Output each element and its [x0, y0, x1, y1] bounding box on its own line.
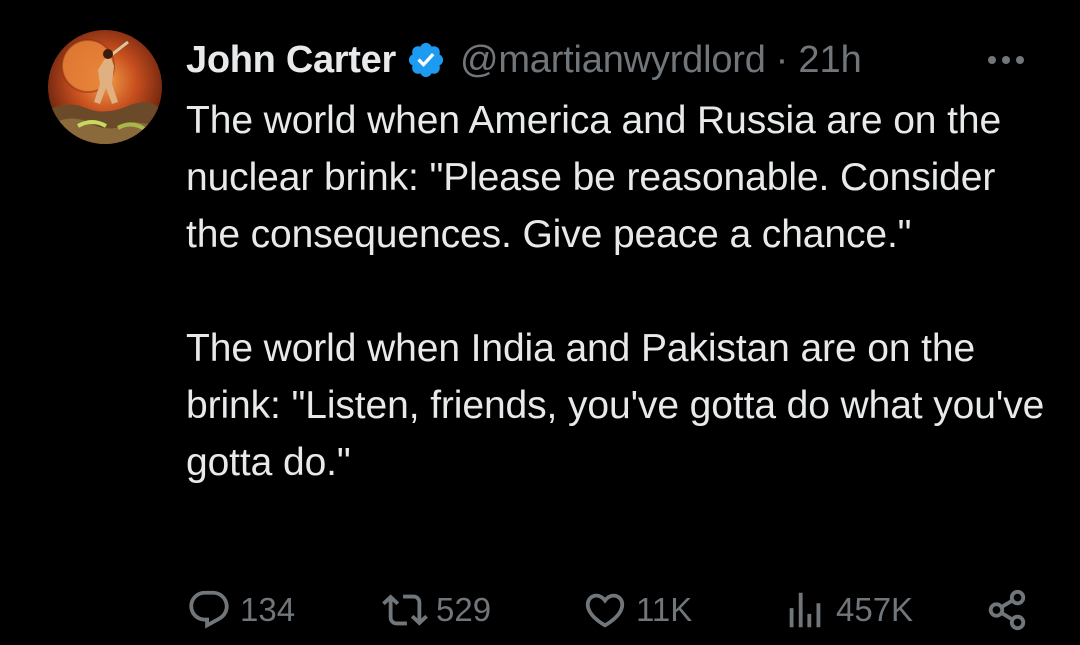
reply-count: 134 [240, 591, 296, 628]
views-button[interactable]: 457K [782, 580, 913, 640]
tweet-header: John Carter @martianwyrdlord · 21h [186, 34, 862, 86]
action-bar: 134 529 11K 457K [186, 580, 1046, 640]
tweet-text: The world when America and Russia are on… [186, 92, 1046, 491]
separator-dot: · [775, 38, 789, 81]
like-button[interactable]: 11K [582, 580, 692, 640]
verified-badge-icon[interactable] [406, 40, 446, 80]
share-icon[interactable] [984, 587, 1030, 633]
repost-icon [382, 587, 428, 633]
tweet-paragraph-2: The world when India and Pakistan are on… [186, 327, 1045, 484]
author-handle[interactable]: @martianwyrdlord [460, 39, 766, 82]
more-dots-icon[interactable] [984, 44, 1028, 76]
reply-button[interactable]: 134 [186, 580, 295, 640]
reply-icon [186, 587, 232, 633]
author-avatar[interactable] [48, 30, 162, 144]
author-display-name[interactable]: John Carter [186, 39, 396, 82]
views-icon [782, 587, 828, 633]
timestamp[interactable]: 21h [798, 39, 861, 82]
tweet-paragraph-1: The world when America and Russia are on… [186, 99, 1002, 256]
view-count: 457K [836, 591, 914, 628]
heart-icon [582, 587, 628, 633]
repost-button[interactable]: 529 [382, 580, 491, 640]
like-count: 11K [636, 591, 693, 628]
repost-count: 529 [436, 591, 492, 628]
tweet[interactable]: John Carter @martianwyrdlord · 21h The w… [0, 0, 1080, 645]
